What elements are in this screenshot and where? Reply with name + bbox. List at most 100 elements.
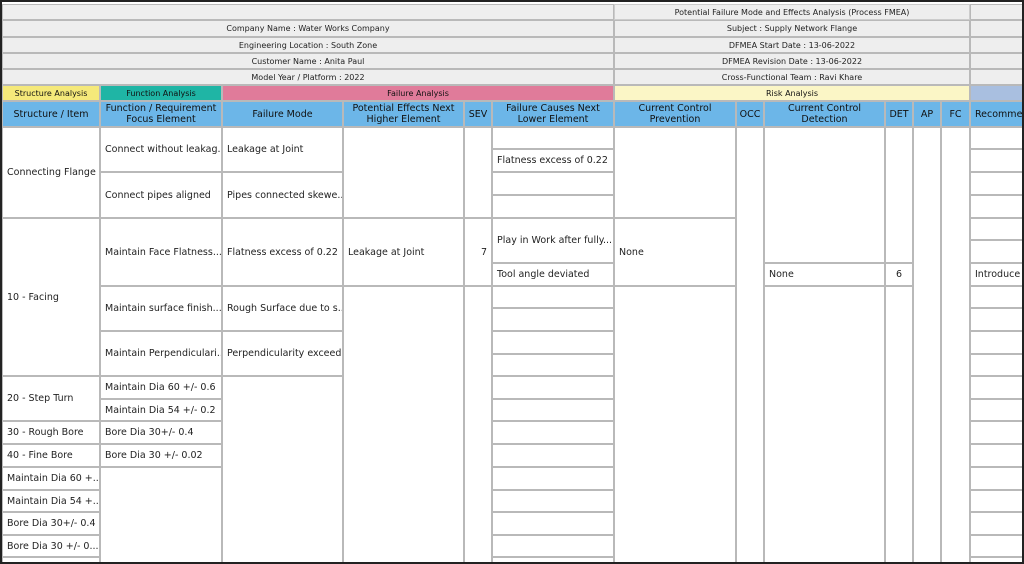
cause-cell-empty[interactable] xyxy=(492,399,614,421)
col-failure-causes[interactable]: Failure Causes Next Lower Element xyxy=(492,101,614,127)
recommended-cell-empty[interactable] xyxy=(970,354,1022,376)
col-failure-mode[interactable]: Failure Mode xyxy=(222,101,343,127)
col-ap[interactable]: AP xyxy=(913,101,941,127)
fc-cell-empty[interactable] xyxy=(941,127,970,562)
engineering-location: Engineering Location : South Zone xyxy=(2,37,614,53)
function-cell[interactable]: Connect pipes aligned xyxy=(100,172,222,218)
structure-cell[interactable]: 10 - Facing xyxy=(2,218,100,376)
recommended-cell-empty[interactable] xyxy=(970,127,1022,149)
recommended-cell-empty[interactable] xyxy=(970,195,1022,218)
col-recommended[interactable]: Recomme xyxy=(970,101,1022,127)
col-sev[interactable]: SEV xyxy=(464,101,492,127)
failure-mode-cell[interactable]: Leakage at Joint xyxy=(222,127,343,172)
structure-cell[interactable]: Bore Dia 30+/- 0.4 xyxy=(2,512,100,535)
sev-cell-empty[interactable] xyxy=(464,286,492,562)
structure-cell[interactable]: 30 - Rough Bore xyxy=(2,421,100,444)
prevention-cell[interactable]: None xyxy=(614,218,736,286)
recommended-cell-empty[interactable] xyxy=(970,467,1022,490)
col-structure-item[interactable]: Structure / Item xyxy=(2,101,100,127)
recommended-cell-empty[interactable] xyxy=(970,240,1022,263)
cause-cell[interactable]: Tool angle deviated xyxy=(492,263,614,286)
failure-mode-cell-empty[interactable] xyxy=(222,376,343,562)
failure-mode-cell[interactable]: Pipes connected skewe... xyxy=(222,172,343,218)
recommended-cell-empty[interactable] xyxy=(970,399,1022,421)
structure-cell[interactable]: Bore Dia 30 +/- 0... xyxy=(2,535,100,557)
recommended-cell-empty[interactable] xyxy=(970,149,1022,172)
cause-cell-empty[interactable] xyxy=(492,467,614,490)
structure-cell[interactable]: 20 - Step Turn xyxy=(2,376,100,421)
function-cell[interactable]: Bore Dia 30 +/- 0.02 xyxy=(100,444,222,467)
cause-cell-empty[interactable] xyxy=(492,127,614,149)
recommended-cell-empty[interactable] xyxy=(970,535,1022,557)
structure-cell[interactable]: Maintain Dia 60 +... xyxy=(2,467,100,490)
cause-cell[interactable]: Flatness excess of 0.22 xyxy=(492,149,614,172)
sev-cell-empty[interactable] xyxy=(464,127,492,218)
recommended-cell-empty[interactable] xyxy=(970,286,1022,308)
prevention-cell-empty[interactable] xyxy=(614,127,736,218)
cause-cell-empty[interactable] xyxy=(492,354,614,376)
cause-cell-empty[interactable] xyxy=(492,421,614,444)
recommended-cell-empty[interactable] xyxy=(970,172,1022,195)
prevention-cell-empty[interactable] xyxy=(614,286,736,562)
col-prevention[interactable]: Current Control Prevention xyxy=(614,101,736,127)
detection-cell-empty[interactable] xyxy=(764,286,885,562)
col-det[interactable]: DET xyxy=(885,101,913,127)
det-cell-empty[interactable] xyxy=(885,127,913,263)
col-function-requirement[interactable]: Function / Requirement Focus Element xyxy=(100,101,222,127)
cause-cell-empty[interactable] xyxy=(492,376,614,399)
function-cell[interactable]: Bore Dia 30+/- 0.4 xyxy=(100,421,222,444)
cause-cell[interactable]: Play in Work after fully... xyxy=(492,218,614,263)
col-potential-effects[interactable]: Potential Effects Next Higher Element xyxy=(343,101,464,127)
cause-cell-empty[interactable] xyxy=(492,535,614,557)
structure-cell[interactable]: 40 - Fine Bore xyxy=(2,444,100,467)
cause-cell-empty[interactable] xyxy=(492,195,614,218)
occ-cell-empty[interactable] xyxy=(736,127,764,562)
function-cell[interactable]: Maintain Perpendiculari... xyxy=(100,331,222,376)
col-detection[interactable]: Current Control Detection xyxy=(764,101,885,127)
cause-cell-empty[interactable] xyxy=(492,172,614,195)
detection-cell-empty[interactable] xyxy=(764,127,885,263)
recommended-cell-empty[interactable] xyxy=(970,421,1022,444)
col-occ[interactable]: OCC xyxy=(736,101,764,127)
recommended-cell[interactable]: Introduce T xyxy=(970,263,1022,286)
function-cell[interactable]: Connect without leakag... xyxy=(100,127,222,172)
structure-cell[interactable]: Maintain Dia 54 +... xyxy=(2,490,100,512)
cause-cell-empty[interactable] xyxy=(492,331,614,354)
cause-cell-empty[interactable] xyxy=(492,512,614,535)
recommended-cell-empty[interactable] xyxy=(970,218,1022,240)
sev-cell[interactable]: 7 xyxy=(464,218,492,286)
function-cell-empty[interactable] xyxy=(100,467,222,562)
failure-mode-cell[interactable]: Flatness excess of 0.22 xyxy=(222,218,343,286)
meta-blank-top xyxy=(2,4,614,20)
function-cell[interactable]: Maintain surface finish... xyxy=(100,286,222,331)
det-cell-empty[interactable] xyxy=(885,286,913,562)
det-cell[interactable]: 6 xyxy=(885,263,913,286)
cause-cell-empty[interactable] xyxy=(492,557,614,562)
detection-cell[interactable]: None xyxy=(764,263,885,286)
function-cell[interactable]: Maintain Dia 54 +/- 0.2 xyxy=(100,399,222,421)
effects-cell-empty[interactable] xyxy=(343,127,464,218)
meta-blank xyxy=(970,53,1022,69)
effects-cell-empty[interactable] xyxy=(343,286,464,562)
recommended-cell-empty[interactable] xyxy=(970,444,1022,467)
recommended-cell-empty[interactable] xyxy=(970,376,1022,399)
cause-cell-empty[interactable] xyxy=(492,286,614,308)
ap-cell-empty[interactable] xyxy=(913,127,941,562)
structure-cell[interactable]: Connecting Flange xyxy=(2,127,100,218)
fmea-sheet: Potential Failure Mode and Effects Analy… xyxy=(0,0,1024,564)
function-cell[interactable]: Maintain Face Flatness... xyxy=(100,218,222,286)
recommended-cell-empty[interactable] xyxy=(970,557,1022,562)
recommended-cell-empty[interactable] xyxy=(970,331,1022,354)
cause-cell-empty[interactable] xyxy=(492,444,614,467)
cause-cell-empty[interactable] xyxy=(492,490,614,512)
recommended-cell-empty[interactable] xyxy=(970,512,1022,535)
col-fc[interactable]: FC xyxy=(941,101,970,127)
cause-cell-empty[interactable] xyxy=(492,308,614,331)
recommended-cell-empty[interactable] xyxy=(970,490,1022,512)
function-cell[interactable]: Maintain Dia 60 +/- 0.6 xyxy=(100,376,222,399)
structure-cell-empty[interactable] xyxy=(2,557,100,562)
failure-mode-cell[interactable]: Rough Surface due to s... xyxy=(222,286,343,331)
effects-cell[interactable]: Leakage at Joint xyxy=(343,218,464,286)
recommended-cell-empty[interactable] xyxy=(970,308,1022,331)
failure-mode-cell[interactable]: Perpendicularity exceed... xyxy=(222,331,343,376)
